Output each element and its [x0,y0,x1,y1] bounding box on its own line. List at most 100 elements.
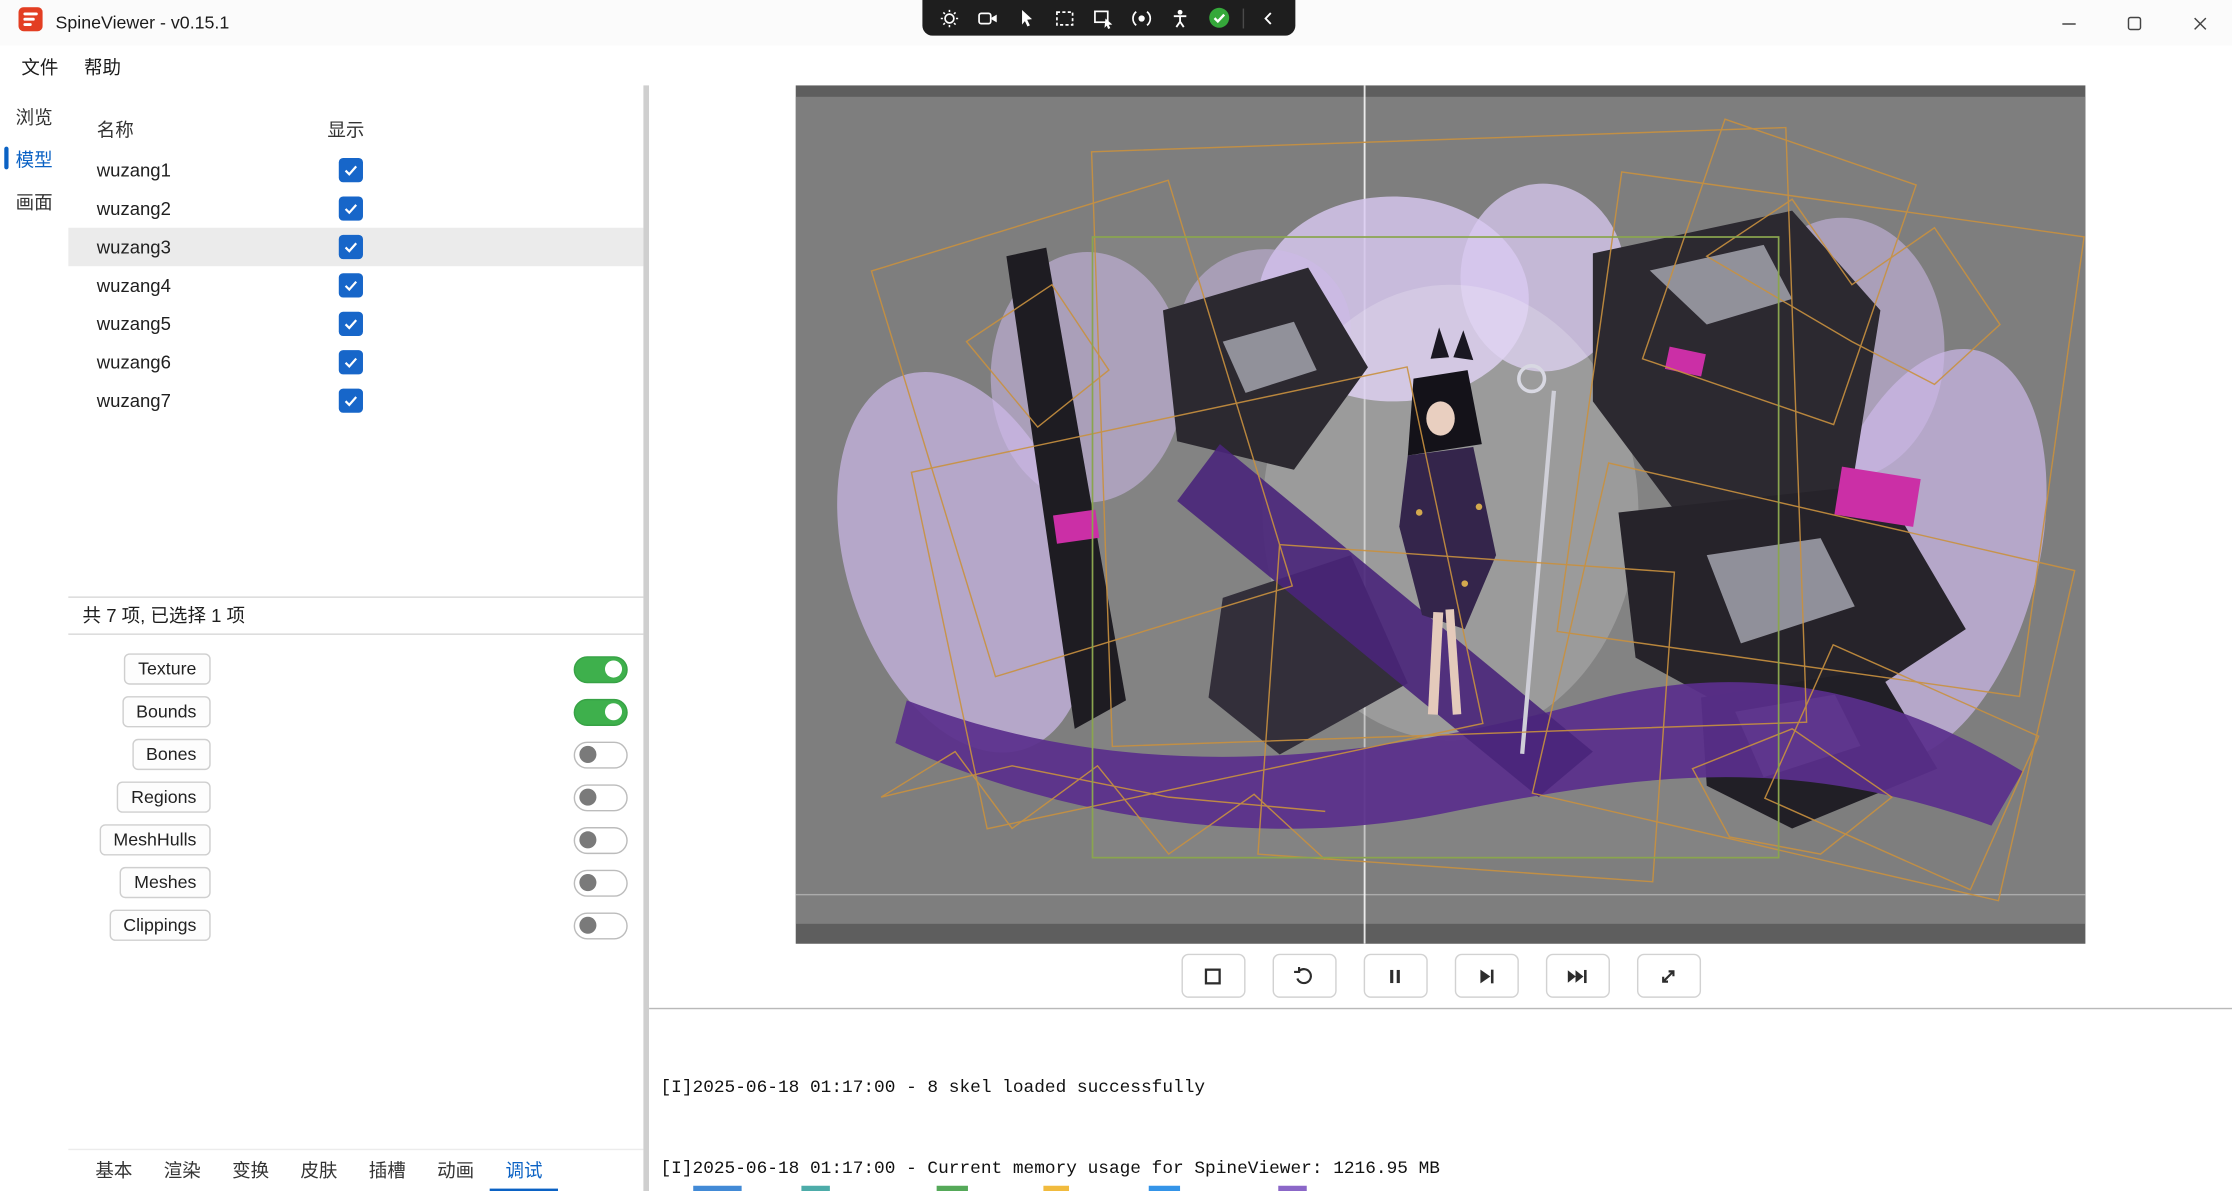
model-list-table: 名称 显示 wuzang1 wuzang2 wuzang3 wuzang4 [68,85,643,597]
bones-toggle[interactable] [574,741,628,768]
visibility-checkbox[interactable] [339,196,363,220]
app-icon [19,7,43,38]
debug-row-bones: Bones [68,733,643,776]
tab-animation[interactable]: 动画 [421,1150,489,1191]
capture-toolbar [922,0,1295,36]
model-name: wuzang2 [97,198,328,219]
column-header-name: 名称 [97,115,328,142]
bounds-toggle[interactable] [574,698,628,725]
capture-toolbar-divider [1243,8,1244,28]
main-area: 浏览 模型 画面 名称 显示 wuzang1 wuzan [0,85,2232,1191]
step-forward-icon [1475,964,1498,987]
region-select-icon[interactable] [1048,2,1082,33]
model-name: wuzang3 [97,236,328,257]
table-row[interactable]: wuzang5 [68,305,643,343]
table-row[interactable]: wuzang6 [68,343,643,381]
pause-icon [1384,964,1407,987]
spineviewer-window: SpineViewer - v0.15.1 [0,0,2232,1191]
meshes-button[interactable]: Meshes [120,867,211,898]
table-row[interactable]: wuzang7 [68,381,643,419]
maximize-button[interactable] [2101,0,2166,46]
minimize-button[interactable] [2036,0,2101,46]
visibility-checkbox[interactable] [339,312,363,336]
fit-view-button[interactable] [1636,954,1700,998]
cursor-icon[interactable] [1009,2,1043,33]
debug-row-bounds: Bounds [68,690,643,733]
menu-help[interactable]: 帮助 [71,46,134,84]
playback-controls [649,944,2232,1008]
window-controls [2036,0,2232,46]
visibility-checkbox[interactable] [339,350,363,374]
sidebar-item-browse[interactable]: 浏览 [0,94,68,137]
texture-toggle[interactable] [574,656,628,683]
menu-file[interactable]: 文件 [9,46,72,84]
table-row[interactable]: wuzang4 [68,266,643,304]
spine-render-art [796,85,2086,943]
debug-row-meshes: Meshes [68,861,643,904]
log-output[interactable]: [I]2025-06-18 01:17:00 - 8 skel loaded s… [649,1008,2232,1191]
window-title: SpineViewer - v0.15.1 [56,13,230,33]
fast-forward-icon [1564,964,1590,987]
status-check-icon[interactable] [1201,2,1235,33]
property-tabs: 基本 渲染 变换 皮肤 插槽 动画 调试 [68,1149,643,1191]
texture-button[interactable]: Texture [124,653,211,684]
close-button[interactable] [2167,0,2232,46]
visibility-checkbox[interactable] [339,389,363,413]
titlebar: SpineViewer - v0.15.1 [0,0,2232,46]
pause-button[interactable] [1363,954,1427,998]
bounds-button[interactable]: Bounds [122,696,211,727]
reset-button[interactable] [1272,954,1336,998]
render-viewport[interactable] [796,85,2086,943]
bones-button[interactable]: Bones [132,739,211,770]
fit-view-icon [1657,964,1680,987]
menu-bar: 文件 帮助 [0,46,2232,86]
log-line: [I]2025-06-18 01:17:00 - 8 skel loaded s… [660,1075,2220,1102]
column-header-visible: 显示 [327,115,364,142]
visibility-checkbox[interactable] [339,273,363,297]
collapse-chevron-icon[interactable] [1251,2,1285,33]
tab-transform[interactable]: 变换 [216,1150,284,1191]
preview-panel: [I]2025-06-18 01:17:00 - 8 skel loaded s… [649,85,2232,1191]
tab-render[interactable]: 渲染 [148,1150,216,1191]
model-name: wuzang6 [97,352,328,373]
reset-icon [1293,964,1316,987]
model-name: wuzang1 [97,159,328,180]
debug-row-regions: Regions [68,776,643,819]
tab-debug[interactable]: 调试 [490,1150,558,1191]
debug-row-texture: Texture [68,648,643,691]
tab-basic[interactable]: 基本 [80,1150,148,1191]
tab-skin[interactable]: 皮肤 [285,1150,353,1191]
model-name: wuzang5 [97,313,328,334]
tab-slot[interactable]: 插槽 [353,1150,421,1191]
regions-toggle[interactable] [574,784,628,811]
accessibility-icon[interactable] [1163,2,1197,33]
side-nav: 浏览 模型 画面 [0,85,68,1191]
stop-button[interactable] [1181,954,1245,998]
sidebar-item-screen[interactable]: 画面 [0,179,68,222]
camera-icon[interactable] [971,2,1005,33]
debug-toggle-list: Texture Bounds Bones Regions [68,635,643,947]
visibility-checkbox[interactable] [339,235,363,259]
sidebar-item-model[interactable]: 模型 [0,137,68,180]
table-row[interactable]: wuzang2 [68,189,643,227]
meshhulls-button[interactable]: MeshHulls [99,824,211,855]
selection-summary: 共 7 项, 已选择 1 项 [68,598,643,635]
capture-settings-icon[interactable] [932,2,966,33]
meshes-toggle[interactable] [574,869,628,896]
log-line: [I]2025-06-18 01:17:00 - Current memory … [660,1156,2220,1183]
window-snip-icon[interactable] [1086,2,1120,33]
meshhulls-toggle[interactable] [574,826,628,853]
clippings-toggle[interactable] [574,912,628,939]
step-forward-button[interactable] [1454,954,1518,998]
visibility-checkbox[interactable] [339,158,363,182]
regions-button[interactable]: Regions [117,781,211,812]
table-header: 名称 显示 [68,105,643,151]
model-name: wuzang4 [97,275,328,296]
clippings-button[interactable]: Clippings [109,910,211,941]
model-name: wuzang7 [97,390,328,411]
fast-forward-button[interactable] [1545,954,1609,998]
table-row[interactable]: wuzang1 [68,151,643,189]
table-row[interactable]: wuzang3 [68,228,643,266]
record-icon[interactable] [1125,2,1159,33]
stop-icon [1201,964,1224,987]
